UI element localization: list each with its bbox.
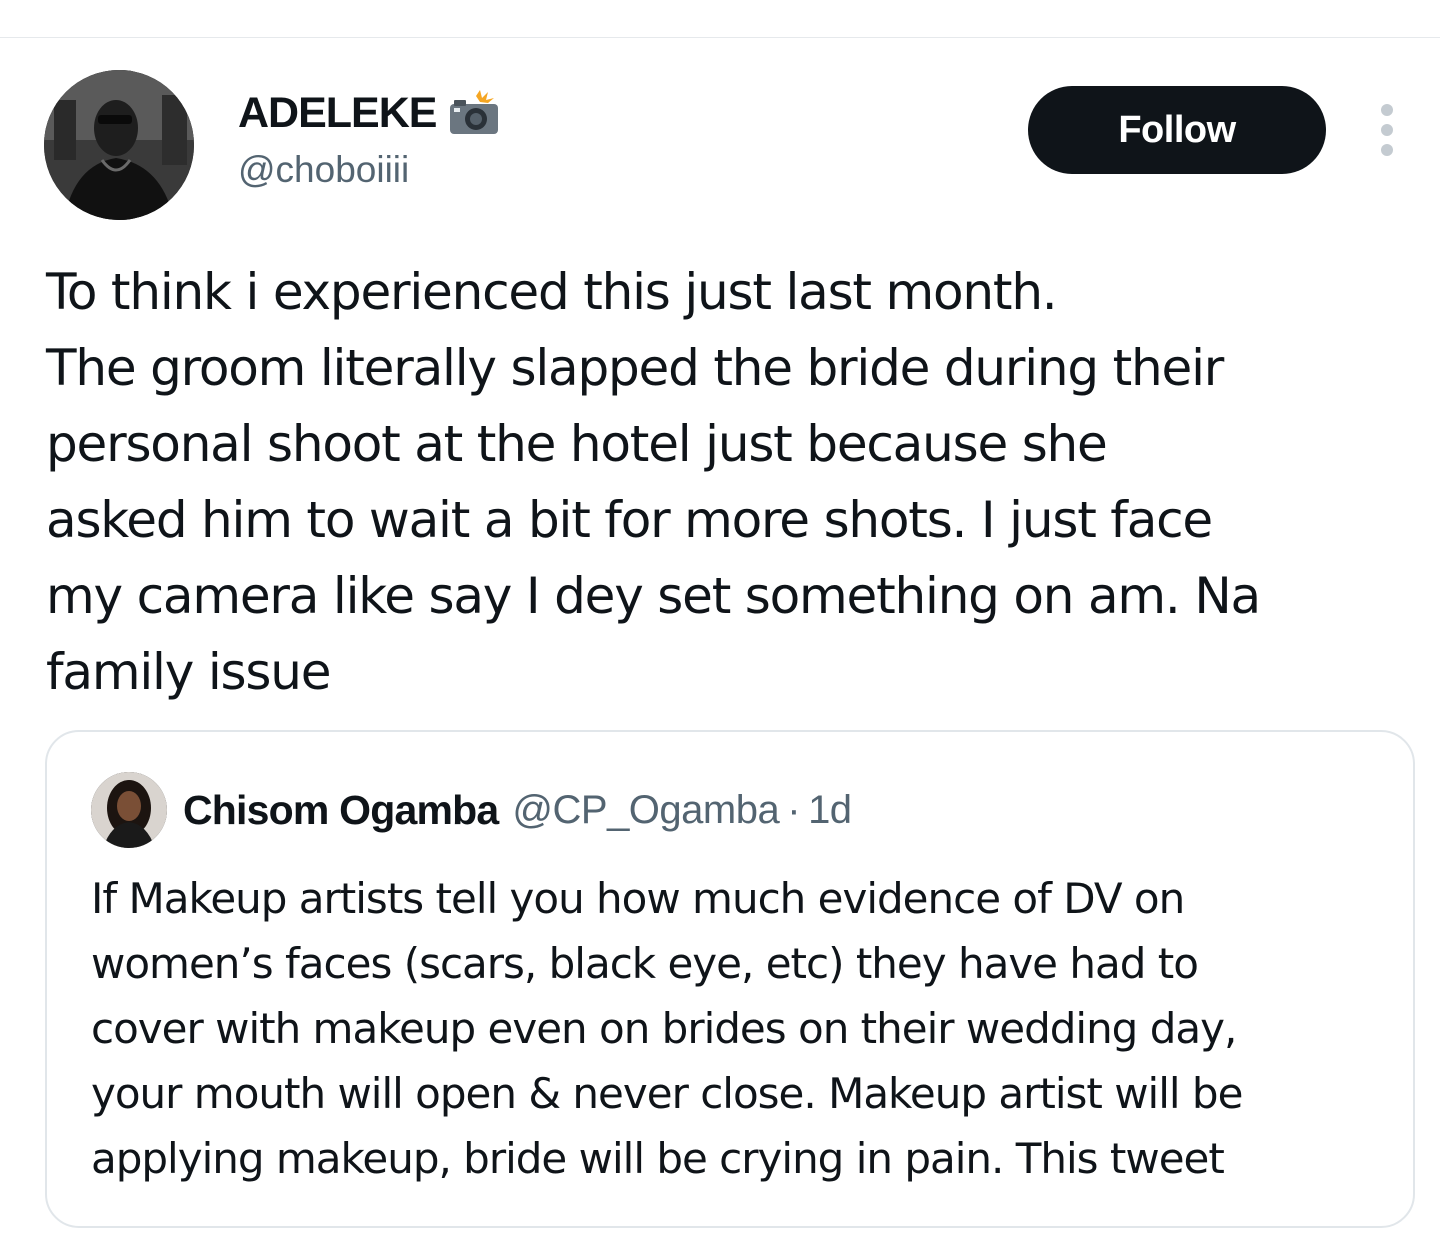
- quoted-text-line: cover with makeup even on brides on thei…: [91, 1004, 1237, 1053]
- quoted-tweet-card[interactable]: Chisom Ogamba @CP_Ogamba · 1d If Makeup …: [45, 730, 1415, 1228]
- quoted-text-line: applying makeup, bride will be crying in…: [91, 1134, 1225, 1183]
- tweet-text-line: The groom literally slapped the bride du…: [46, 339, 1224, 397]
- quoted-timestamp[interactable]: 1d: [808, 788, 852, 833]
- author-display-name[interactable]: ADELEKE: [238, 88, 437, 138]
- follow-button[interactable]: Follow: [1028, 86, 1326, 174]
- author-avatar[interactable]: [44, 70, 194, 220]
- quoted-author-avatar[interactable]: [91, 772, 167, 848]
- quoted-author-avatar-image: [91, 772, 167, 848]
- quoted-tweet-header: Chisom Ogamba @CP_Ogamba · 1d: [183, 784, 852, 836]
- quoted-author-display-name[interactable]: Chisom Ogamba: [183, 787, 499, 834]
- quoted-separator: ·: [787, 787, 801, 832]
- quoted-text-line: your mouth will open & never close. Make…: [91, 1069, 1243, 1118]
- tweet-text-line: To think i experienced this just last mo…: [46, 263, 1058, 321]
- top-divider: [0, 37, 1440, 38]
- author-avatar-image: [44, 70, 194, 220]
- author-handle[interactable]: @choboiiii: [238, 148, 409, 192]
- camera-with-flash-icon: [446, 88, 502, 138]
- author-name-row: ADELEKE: [238, 88, 502, 138]
- tweet-text-line: personal shoot at the hotel just because…: [46, 415, 1108, 473]
- quoted-text-line: women’s faces (scars, black eye, etc) th…: [91, 939, 1199, 988]
- tweet-text-line: asked him to wait a bit for more shots. …: [46, 491, 1213, 549]
- tweet-text: To think i experienced this just last mo…: [46, 254, 1406, 710]
- tweet-text-line: my camera like say I dey set something o…: [46, 567, 1261, 625]
- quoted-tweet-text: If Makeup artists tell you how much evid…: [91, 866, 1391, 1191]
- more-options-icon[interactable]: [1370, 104, 1404, 156]
- quoted-author-handle[interactable]: @CP_Ogamba: [512, 788, 779, 833]
- quoted-text-line: If Makeup artists tell you how much evid…: [91, 874, 1185, 923]
- tweet-text-line: family issue: [46, 643, 331, 701]
